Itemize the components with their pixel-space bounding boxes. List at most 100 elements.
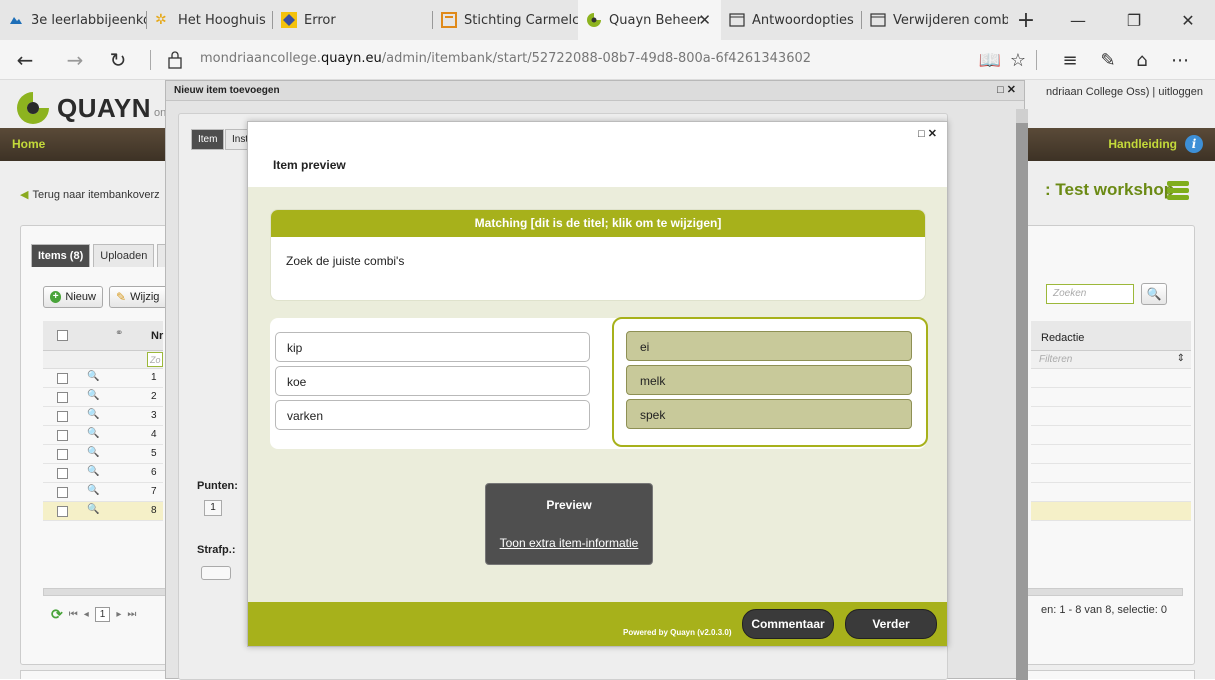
table-row[interactable]: 🔍 3 <box>43 407 163 426</box>
magnifier-icon[interactable]: 🔍 <box>87 428 99 439</box>
magnifier-icon[interactable]: 🔍 <box>87 466 99 477</box>
tab-upload[interactable]: Uploaden <box>93 244 155 267</box>
last-page-icon[interactable]: ⏭ <box>127 609 136 620</box>
tab-items[interactable]: Items (8) <box>31 244 91 267</box>
comment-button[interactable]: Commentaar <box>742 609 834 639</box>
row-checkbox[interactable] <box>57 411 68 422</box>
edit-button[interactable]: ✎ Wijzig <box>109 286 169 308</box>
quayn-icon <box>587 13 601 27</box>
workshop-title: : Test workshop <box>1045 180 1175 199</box>
magnifier-icon[interactable]: 🔍 <box>87 447 99 458</box>
tab-quayn-beheer[interactable]: Quayn Beheer ✕ <box>578 0 721 40</box>
magnifier-icon[interactable]: 🔍 <box>87 371 99 382</box>
redactie-filter[interactable]: Filteren ⇕ <box>1031 351 1191 369</box>
table-row[interactable]: 🔍 6 <box>43 464 163 483</box>
match-left-item[interactable]: varken <box>275 400 590 430</box>
table-row[interactable]: 🔍 5 <box>43 445 163 464</box>
table-row[interactable]: 🔍 4 <box>43 426 163 445</box>
back-to-overview-link[interactable]: ◀ Terug naar itembankoverz <box>20 188 160 201</box>
tab-antwoordopties[interactable]: Antwoordopties <box>721 0 862 40</box>
extra-info-link[interactable]: Toon extra item-informatie <box>486 536 652 550</box>
nav-home-link[interactable]: Home <box>12 137 45 151</box>
database-icon[interactable] <box>1167 181 1189 201</box>
next-button[interactable]: Verder <box>845 609 937 639</box>
question-box: Matching [dit is de titel; klik om te wi… <box>270 209 926 301</box>
table-row[interactable]: 🔍 1 <box>43 369 163 388</box>
search-icon[interactable]: 🔍 <box>1141 283 1167 305</box>
favorite-star-icon[interactable]: ☆ <box>1003 40 1033 80</box>
magnifier-icon[interactable]: 🔍 <box>87 390 99 401</box>
window-icon <box>870 13 886 27</box>
preview-title: Item preview <box>273 158 346 172</box>
forward-button[interactable]: → <box>55 40 95 80</box>
select-all-checkbox[interactable] <box>57 330 68 341</box>
tab-leerlab[interactable]: 3e leerlabbijeenkor <box>0 0 147 40</box>
question-title[interactable]: Matching [dit is de titel; klik om te wi… <box>271 210 925 237</box>
more-icon[interactable]: ⋯ <box>1165 40 1195 80</box>
column-header-nr[interactable]: Nr <box>151 330 163 342</box>
table-row[interactable]: 🔍 2 <box>43 388 163 407</box>
back-button[interactable]: ← <box>5 40 45 80</box>
row-checkbox[interactable] <box>57 506 68 517</box>
close-window-button[interactable]: ✕ <box>1165 0 1211 40</box>
table-right-columns: Redactie Filteren ⇕ <box>1031 321 1191 521</box>
page-number-input[interactable]: 1 <box>94 607 111 622</box>
row-number: 3 <box>151 410 157 421</box>
first-page-icon[interactable]: ⏮ <box>69 609 78 620</box>
strafp-input[interactable] <box>201 566 231 580</box>
items-table: ⚭ Nr Zo 🔍 1 🔍 2 🔍 3 🔍 4 🔍 5 🔍 6 🔍 7 🔍 8 <box>43 321 163 521</box>
web-note-icon[interactable]: ✎ <box>1093 40 1123 80</box>
match-left-item[interactable]: koe <box>275 366 590 396</box>
row-checkbox[interactable] <box>57 468 68 479</box>
nr-filter-input[interactable]: Zo <box>147 352 163 367</box>
dialog-window-controls[interactable]: □ ✕ <box>997 83 1016 96</box>
next-page-icon[interactable]: ▸ <box>116 609 121 620</box>
match-right-item[interactable]: ei <box>626 331 912 361</box>
refresh-icon[interactable]: ⟳ <box>51 606 63 623</box>
tab-item[interactable]: Item <box>191 129 225 150</box>
nav-manual-link[interactable]: Handleiding <box>1108 137 1177 151</box>
new-item-dialog-title: Nieuw item toevoegen <box>174 85 280 96</box>
page-icon <box>441 12 457 28</box>
url-field[interactable]: mondriaancollege.quayn.eu/admin/itembank… <box>200 51 811 66</box>
maximize-button[interactable]: ❐ <box>1111 0 1157 40</box>
plus-icon: + <box>50 291 62 303</box>
row-checkbox[interactable] <box>57 430 68 441</box>
tab-error[interactable]: Error <box>273 0 433 40</box>
tab-verwijderen[interactable]: Verwijderen combc <box>862 0 1008 40</box>
match-left-item[interactable]: kip <box>275 332 590 362</box>
row-checkbox[interactable] <box>57 392 68 403</box>
new-tab-button[interactable]: + <box>1008 0 1044 40</box>
magnifier-icon[interactable]: 🔍 <box>87 409 99 420</box>
reading-view-icon[interactable]: 📖 <box>975 40 1005 80</box>
user-info[interactable]: ndriaan College Oss) | uitloggen <box>1046 86 1203 98</box>
row-checkbox[interactable] <box>57 449 68 460</box>
close-tab-icon[interactable]: ✕ <box>698 11 711 29</box>
search-input[interactable]: Zoeken <box>1046 284 1134 304</box>
cloud-icon <box>10 17 22 24</box>
tab-carmelco[interactable]: Stichting Carmelco <box>433 0 578 40</box>
punten-input[interactable]: 1 <box>204 500 222 516</box>
share-icon[interactable]: ⌂ <box>1127 40 1157 80</box>
minimize-button[interactable]: — <box>1055 0 1101 40</box>
column-header-redactie[interactable]: Redactie <box>1031 321 1191 351</box>
row-number: 7 <box>151 486 157 497</box>
row-checkbox[interactable] <box>57 487 68 498</box>
magnifier-icon[interactable]: 🔍 <box>87 504 99 515</box>
table-row[interactable]: 🔍 7 <box>43 483 163 502</box>
hub-icon[interactable]: ≡ <box>1055 40 1085 80</box>
edit-button-label: Wijzig <box>130 291 160 303</box>
tab-hooghuis[interactable]: ✲ Het Hooghuis <box>147 0 273 40</box>
row-checkbox[interactable] <box>57 373 68 384</box>
quayn-logo-icon <box>17 92 49 124</box>
match-right-item[interactable]: spek <box>626 399 912 429</box>
new-button[interactable]: + Nieuw <box>43 286 103 308</box>
table-row[interactable]: 🔍 8 <box>43 502 163 521</box>
magnifier-icon[interactable]: 🔍 <box>87 485 99 496</box>
vertical-scrollbar[interactable] <box>1016 109 1028 680</box>
prev-page-icon[interactable]: ◂ <box>84 609 89 620</box>
match-right-item[interactable]: melk <box>626 365 912 395</box>
preview-window-controls[interactable]: □ ✕ <box>918 127 937 140</box>
info-icon[interactable]: i <box>1185 135 1203 153</box>
refresh-button[interactable]: ↻ <box>98 40 138 80</box>
